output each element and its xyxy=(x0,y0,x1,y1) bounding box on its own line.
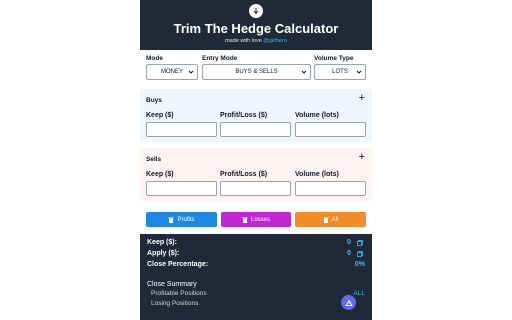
add-sell-icon[interactable]: + xyxy=(359,151,365,163)
summary-panel: Keep ($): 0 Apply ($): 0 Close Percentag… xyxy=(140,234,372,320)
sell-volume-label: Volume (lots) xyxy=(295,171,339,178)
trash-icon xyxy=(323,217,329,223)
losses-label: Losses xyxy=(250,216,270,223)
keep-label: Keep ($): xyxy=(147,239,177,246)
close-summary-title: Close Summary xyxy=(147,281,197,288)
sell-profit-loss-input[interactable] xyxy=(220,181,291,196)
trash-icon xyxy=(242,217,248,223)
author-link[interactable]: @gichero xyxy=(263,38,287,44)
header: Trim The Hedge Calculator made with love… xyxy=(140,0,372,50)
losing-positions-label: Losing Positions xyxy=(151,300,199,307)
sell-keep-input[interactable] xyxy=(146,181,217,196)
close-percentage-label: Close Percentage: xyxy=(147,261,209,268)
page-title: Trim The Hedge Calculator xyxy=(173,21,339,36)
mode-select[interactable]: MONEY xyxy=(146,64,198,80)
entry-mode-select[interactable]: BUYS & SELLS xyxy=(202,64,311,80)
profitable-positions-value: ALL xyxy=(353,290,365,297)
volume-type-select[interactable]: LOTS xyxy=(314,64,366,80)
mode-label: Mode xyxy=(146,55,163,62)
sells-section: Sells + Keep ($) Profit/Loss ($) Volume … xyxy=(140,148,372,201)
buy-volume-label: Volume (lots) xyxy=(295,112,339,119)
clear-losses-button[interactable]: Losses xyxy=(221,212,291,227)
close-percentage-value: 0% xyxy=(354,261,365,268)
buy-keep-input[interactable] xyxy=(146,122,217,137)
copy-icon[interactable] xyxy=(357,251,363,257)
chevron-down-icon xyxy=(356,70,362,74)
buy-profit-loss-input[interactable] xyxy=(220,122,291,137)
buy-profit-loss-label: Profit/Loss ($) xyxy=(220,112,268,119)
volume-type-label: Volume Type xyxy=(314,55,354,62)
buys-section: Buys + Keep ($) Profit/Loss ($) Volume (… xyxy=(140,89,372,142)
sell-profit-loss-label: Profit/Loss ($) xyxy=(220,171,268,178)
up-triangle-icon xyxy=(344,299,353,306)
chevron-down-icon xyxy=(301,70,307,74)
app-panel: Trim The Hedge Calculator made with love… xyxy=(140,0,372,320)
trash-icon xyxy=(168,217,174,223)
buy-keep-label: Keep ($) xyxy=(146,112,174,119)
scroll-top-button[interactable] xyxy=(341,295,356,310)
profitable-positions-label: Profitable Positions xyxy=(151,290,207,297)
buys-title: Buys xyxy=(146,97,162,104)
apply-value: 0 xyxy=(347,250,351,257)
clear-profits-button[interactable]: Profits xyxy=(146,212,217,227)
sells-title: Sells xyxy=(146,156,162,163)
subtitle: made with love @gichero xyxy=(140,38,372,44)
keep-value: 0 xyxy=(347,239,351,246)
profits-label: Profits xyxy=(177,216,195,223)
volume-type-value: LOTS xyxy=(332,69,348,75)
apply-label: Apply ($): xyxy=(147,250,180,257)
all-label: All xyxy=(331,216,339,223)
entry-mode-value: BUYS & SELLS xyxy=(235,69,278,75)
sell-keep-label: Keep ($) xyxy=(146,171,174,178)
add-buy-icon[interactable]: + xyxy=(359,92,365,104)
mode-value: MONEY xyxy=(160,69,183,75)
clear-all-button[interactable]: All xyxy=(295,212,366,227)
subtitle-text: made with love xyxy=(225,38,264,44)
entry-mode-label: Entry Mode xyxy=(202,55,238,62)
buy-volume-input[interactable] xyxy=(295,122,366,137)
copy-icon[interactable] xyxy=(357,240,363,246)
chevron-down-icon xyxy=(188,70,194,74)
sell-volume-input[interactable] xyxy=(295,181,366,196)
down-arrow-icon[interactable] xyxy=(249,4,263,18)
